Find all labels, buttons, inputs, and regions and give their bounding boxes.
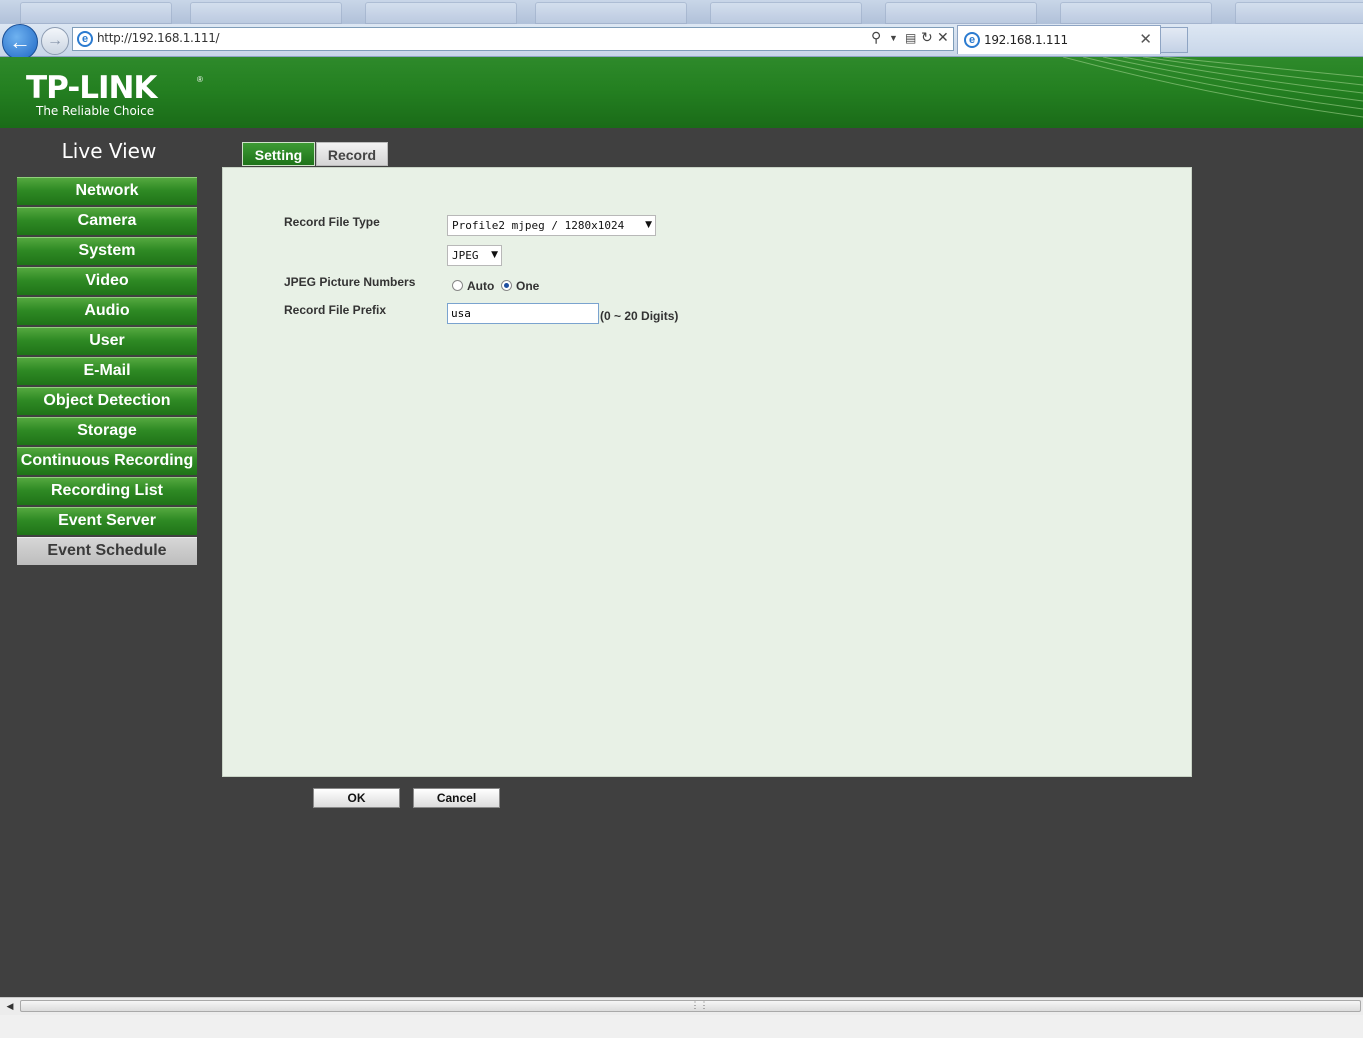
- sidebar-item-user[interactable]: User: [17, 327, 197, 355]
- ok-button[interactable]: OK: [313, 788, 400, 808]
- sidebar-item-recording-list[interactable]: Recording List: [17, 477, 197, 505]
- scrollbar-thumb[interactable]: ⋮⋮: [20, 1000, 1361, 1012]
- forward-arrow-icon[interactable]: →: [41, 27, 69, 55]
- url-text[interactable]: http://192.168.1.111/: [97, 31, 220, 45]
- header-swoosh-decoration: [1063, 57, 1363, 118]
- record-file-prefix-input[interactable]: [447, 303, 599, 324]
- radio-auto[interactable]: [452, 280, 463, 291]
- address-bar[interactable]: e http://192.168.1.111/ ⚲ ▼ ▤ ↻ ✕: [72, 27, 954, 51]
- cancel-button[interactable]: Cancel: [413, 788, 500, 808]
- search-icon[interactable]: ⚲: [871, 29, 881, 46]
- sidebar-item-event-schedule[interactable]: Event Schedule: [17, 537, 197, 565]
- sidebar-item-event-server[interactable]: Event Server: [17, 507, 197, 535]
- scroll-left-arrow-icon[interactable]: ◀: [2, 998, 18, 1015]
- background-tab[interactable]: [885, 2, 1037, 24]
- close-icon[interactable]: ✕: [1139, 30, 1152, 48]
- sidebar-item-object-detection[interactable]: Object Detection: [17, 387, 197, 415]
- background-tab[interactable]: [535, 2, 687, 24]
- prefix-hint: (0 ~ 20 Digits): [600, 309, 679, 323]
- refresh-icon[interactable]: ↻: [921, 29, 933, 46]
- sidebar-menu: Network Camera System Video Audio User E-Mail O…: [17, 177, 197, 567]
- sidebar-item-e-mail[interactable]: E-Mail: [17, 357, 197, 385]
- record-file-type-select[interactable]: Profile2 mjpeg / 1280x1024 ▼: [447, 215, 656, 236]
- browser-nav-bar: ← → e http://192.168.1.111/ ⚲ ▼ ▤ ↻ ✕ e …: [0, 24, 1363, 60]
- sidebar-item-continuous-recording[interactable]: Continuous Recording: [17, 447, 197, 475]
- jpeg-picture-numbers-label: JPEG Picture Numbers: [284, 275, 416, 289]
- ie-tab-icon: e: [964, 32, 980, 48]
- tp-link-logo: TP-LINK: [26, 70, 157, 106]
- sidebar-item-system[interactable]: System: [17, 237, 197, 265]
- sidebar-item-camera[interactable]: Camera: [17, 207, 197, 235]
- record-file-prefix-label: Record File Prefix: [284, 303, 387, 317]
- record-file-type-value: Profile2 mjpeg / 1280x1024: [452, 219, 625, 232]
- format-select[interactable]: JPEG ▼: [447, 245, 502, 266]
- background-tab[interactable]: [190, 2, 342, 24]
- chevron-down-icon[interactable]: ▼: [889, 33, 898, 43]
- ie-page-icon: e: [77, 31, 93, 47]
- active-browser-tab[interactable]: e 192.168.1.111 ✕: [957, 25, 1161, 54]
- background-tab[interactable]: [1235, 2, 1363, 24]
- tab-title: 192.168.1.111: [984, 33, 1068, 47]
- stop-icon[interactable]: ✕: [937, 29, 949, 46]
- background-tab[interactable]: [710, 2, 862, 24]
- record-file-type-label: Record File Type: [284, 215, 380, 229]
- logo-tagline: The Reliable Choice: [36, 104, 155, 118]
- chevron-down-icon: ▼: [645, 220, 652, 230]
- background-tab[interactable]: [1060, 2, 1212, 24]
- browser-status-bar: [0, 1015, 1363, 1038]
- chevron-down-icon: ▼: [491, 250, 498, 260]
- background-tab[interactable]: [20, 2, 172, 24]
- radio-one-label[interactable]: One: [516, 279, 539, 293]
- sidebar-item-network[interactable]: Network: [17, 177, 197, 205]
- browser-tab-strip: [0, 0, 1363, 26]
- radio-auto-label[interactable]: Auto: [467, 279, 494, 293]
- back-arrow-icon[interactable]: ←: [2, 24, 38, 60]
- horizontal-scrollbar[interactable]: ◀ ⋮⋮: [0, 997, 1363, 1015]
- new-tab-button[interactable]: [1160, 27, 1188, 53]
- tab-setting[interactable]: Setting: [242, 142, 315, 166]
- page-header: TP-LINK ® The Reliable Choice: [0, 57, 1363, 128]
- tab-record[interactable]: Record: [316, 142, 388, 166]
- sidebar-item-storage[interactable]: Storage: [17, 417, 197, 445]
- live-view-link[interactable]: Live View: [17, 139, 201, 163]
- grip-icon: ⋮⋮: [690, 1000, 709, 1010]
- background-tab[interactable]: [365, 2, 517, 24]
- settings-panel: Record File Type Profile2 mjpeg / 1280x1…: [222, 167, 1192, 777]
- radio-one[interactable]: [501, 280, 512, 291]
- format-value: JPEG: [452, 249, 479, 262]
- sidebar-item-video[interactable]: Video: [17, 267, 197, 295]
- registered-mark-icon: ®: [197, 75, 203, 84]
- compatibility-view-icon[interactable]: ▤: [905, 31, 916, 45]
- sidebar-item-audio[interactable]: Audio: [17, 297, 197, 325]
